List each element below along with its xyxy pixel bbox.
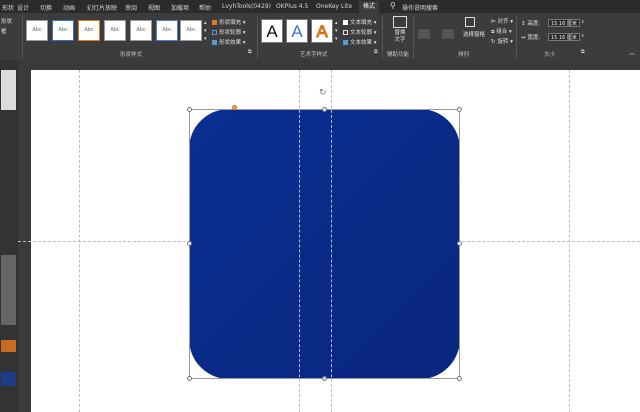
wordart-down-icon[interactable]: ▾: [335, 28, 338, 34]
width-input[interactable]: 15.16 厘米: [548, 33, 580, 41]
slide-thumbnail[interactable]: [1, 372, 16, 386]
tab-lvyhtools[interactable]: LvyhTools(0429): [222, 3, 271, 10]
text-effects-button[interactable]: 文本效果 ▾: [343, 38, 377, 46]
wordart-launcher-icon[interactable]: ⧉: [374, 49, 378, 55]
width-icon: ↔: [521, 35, 526, 41]
shape-outline-button[interactable]: 形状轮廓 ▾: [212, 28, 246, 36]
wordart-up-icon[interactable]: ▴: [335, 20, 338, 26]
group-button[interactable]: ⧈ 组合 ▾: [491, 27, 512, 36]
gallery-more-icon[interactable]: ▾: [204, 36, 207, 42]
height-input[interactable]: 15.16 厘米: [548, 19, 580, 27]
tab-addins[interactable]: 加载项: [171, 3, 189, 12]
collapse-ribbon-icon[interactable]: ︿: [629, 48, 635, 57]
tab-design[interactable]: 设计: [17, 3, 29, 12]
align-button[interactable]: ⊫ 对齐 ▾: [491, 17, 513, 25]
tab-animations[interactable]: 动画: [63, 3, 75, 12]
edit-shape-button[interactable]: 形状: [1, 17, 12, 25]
panel-scrollbar[interactable]: [1, 255, 16, 325]
shape-style-3[interactable]: Abc: [78, 20, 100, 41]
group-icon: ⧈: [491, 29, 495, 35]
alt-text-button[interactable]: 替换文字: [392, 30, 408, 44]
rotate-icon: ↻: [491, 39, 496, 45]
shape-effects-button[interactable]: 形状效果 ▾: [212, 38, 246, 46]
resize-handle-e[interactable]: [457, 241, 462, 246]
height-spin-icon[interactable]: ⇕: [581, 19, 584, 24]
gallery-down-icon[interactable]: ▾: [204, 28, 207, 34]
rotate-button[interactable]: ↻ 旋转 ▾: [491, 37, 513, 45]
resize-handle-n[interactable]: [322, 107, 327, 112]
height-label: ↕ 高度:: [521, 21, 541, 27]
resize-handle-s[interactable]: [322, 376, 327, 381]
shape-style-7[interactable]: Abc: [180, 20, 202, 41]
tab-slideshow[interactable]: 幻灯片放映: [87, 3, 117, 12]
slide-thumbnail-panel: [0, 60, 18, 412]
tab-okplus[interactable]: OKPlus 4.5: [276, 3, 308, 10]
tell-me-search[interactable]: 操作说明搜索: [402, 3, 438, 12]
wordart-style-blue[interactable]: A: [286, 19, 308, 43]
bring-forward-icon[interactable]: [418, 29, 430, 39]
shape-style-1[interactable]: Abc: [26, 20, 48, 41]
align-icon: ⊫: [491, 19, 496, 25]
slide-thumbnail[interactable]: [1, 70, 16, 110]
tab-help[interactable]: 帮助: [199, 3, 211, 12]
shape-style-4[interactable]: Abc: [104, 20, 126, 41]
wordart-more-icon[interactable]: ▾: [335, 36, 338, 42]
text-box-button[interactable]: 框: [1, 27, 7, 35]
effects-icon: [212, 40, 217, 45]
paint-bucket-icon: [212, 20, 217, 25]
group-label-shape-styles: 形状样式: [120, 52, 143, 58]
selection-pane-icon: [465, 17, 475, 27]
wordart-style-orange[interactable]: A: [311, 19, 333, 43]
text-effects-icon: [343, 40, 348, 45]
shape-styles-launcher-icon[interactable]: ⧉: [248, 49, 252, 55]
pen-icon: [212, 30, 217, 35]
size-launcher-icon[interactable]: ⧉: [581, 49, 585, 55]
ribbon-tab-bar: 形状 设计 切换 动画 幻灯片放映 审阅 视图 加载项 帮助 LvyhTools…: [0, 0, 640, 13]
shape-style-2[interactable]: Abc: [52, 20, 74, 41]
group-label-arrange: 排列: [458, 52, 470, 58]
tab-onekey[interactable]: OneKey Lite: [316, 3, 352, 10]
send-backward-icon[interactable]: [442, 29, 454, 39]
resize-handle-w[interactable]: [187, 241, 192, 246]
tab-format[interactable]: 格式: [359, 1, 380, 13]
resize-handle-ne[interactable]: [457, 107, 462, 112]
group-label-wordart-styles: 艺术字样式: [300, 52, 328, 58]
resize-handle-se[interactable]: [457, 376, 462, 381]
text-outline-icon: [343, 30, 348, 35]
wordart-style-black[interactable]: A: [261, 19, 283, 43]
lightbulb-icon: ⚲: [390, 1, 396, 10]
selection-frame: [189, 109, 460, 379]
tab-review[interactable]: 审阅: [125, 3, 137, 12]
tab-view[interactable]: 视图: [148, 3, 160, 12]
width-spin-icon[interactable]: ⇕: [581, 33, 584, 38]
tab-transitions[interactable]: 切换: [40, 3, 52, 12]
corner-radius-handle[interactable]: [232, 105, 237, 110]
group-label-accessibility: 辅助功能: [387, 52, 410, 58]
tab-clip[interactable]: 形状: [2, 3, 14, 12]
text-fill-button[interactable]: 文本填充 ▾: [343, 18, 377, 26]
width-label: ↔ 宽度:: [521, 35, 541, 41]
shape-style-5[interactable]: Abc: [130, 20, 152, 41]
text-fill-icon: [343, 20, 348, 25]
alt-text-icon: [393, 16, 407, 28]
resize-handle-nw[interactable]: [187, 107, 192, 112]
shape-style-6[interactable]: Abc: [156, 20, 178, 41]
selection-pane-button[interactable]: 选择窗格: [463, 30, 485, 38]
gallery-up-icon[interactable]: ▴: [204, 20, 207, 26]
slide-thumbnail[interactable]: [1, 340, 16, 352]
group-label-size: 大小: [544, 52, 556, 58]
text-outline-button[interactable]: 文本轮廓 ▾: [343, 28, 377, 36]
resize-handle-sw[interactable]: [187, 376, 192, 381]
height-icon: ↕: [521, 21, 526, 27]
shape-fill-button[interactable]: 形状填充 ▾: [212, 18, 246, 26]
rotate-handle-icon[interactable]: ↻: [319, 88, 327, 98]
